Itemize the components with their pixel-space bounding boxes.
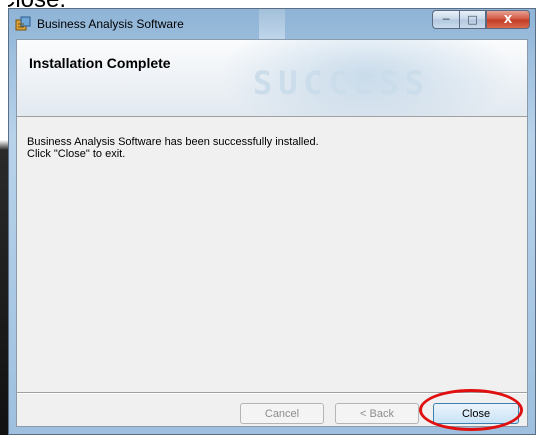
background-edge	[0, 0, 8, 435]
message-text: Business Analysis Software has been succ…	[27, 136, 319, 160]
page-title: Installation Complete	[29, 55, 171, 71]
header-banner: SUCCESS Installation Complete	[17, 40, 527, 117]
installer-window: Business Analysis Software ─ □ X SUCCESS…	[8, 8, 536, 435]
minimize-icon: ─	[442, 13, 450, 26]
caption-buttons: ─ □ X	[432, 10, 530, 30]
window-close-button[interactable]: X	[486, 10, 530, 29]
maximize-icon: □	[467, 13, 478, 26]
maximize-button[interactable]: □	[459, 10, 486, 29]
message-line-instruction: Click "Close" to exit.	[27, 148, 126, 160]
banner-background-word: SUCCESS	[253, 64, 430, 102]
title-bar-highlight	[259, 9, 285, 39]
cancel-button[interactable]: Cancel	[240, 403, 324, 424]
close-button[interactable]: Close	[433, 403, 519, 424]
installer-icon	[15, 16, 31, 31]
close-icon: X	[503, 13, 513, 26]
title-bar[interactable]: Business Analysis Software ─ □ X	[9, 9, 535, 39]
message-line-installed: Business Analysis Software has been succ…	[27, 136, 319, 148]
footer-divider	[17, 392, 527, 394]
dialog-body: SUCCESS Installation Complete Business A…	[16, 39, 528, 427]
window-title: Business Analysis Software	[37, 17, 184, 31]
minimize-button[interactable]: ─	[432, 10, 459, 29]
back-button[interactable]: < Back	[335, 403, 419, 424]
